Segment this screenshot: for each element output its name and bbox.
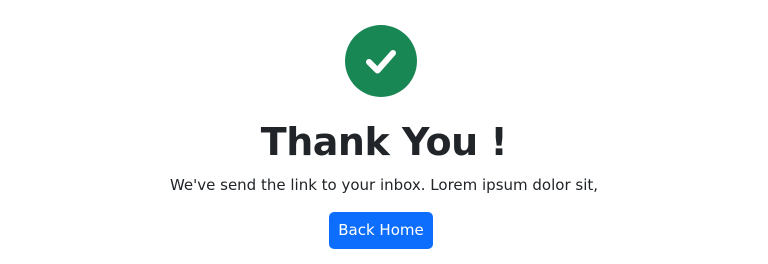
page-title: Thank You ! bbox=[260, 120, 508, 164]
success-badge bbox=[345, 25, 417, 97]
back-home-button[interactable]: Back Home bbox=[329, 212, 433, 249]
check-icon bbox=[366, 50, 396, 74]
thank-you-page: Thank You ! We've send the link to your … bbox=[0, 0, 768, 264]
confirmation-message: We've send the link to your inbox. Lorem… bbox=[169, 176, 599, 194]
